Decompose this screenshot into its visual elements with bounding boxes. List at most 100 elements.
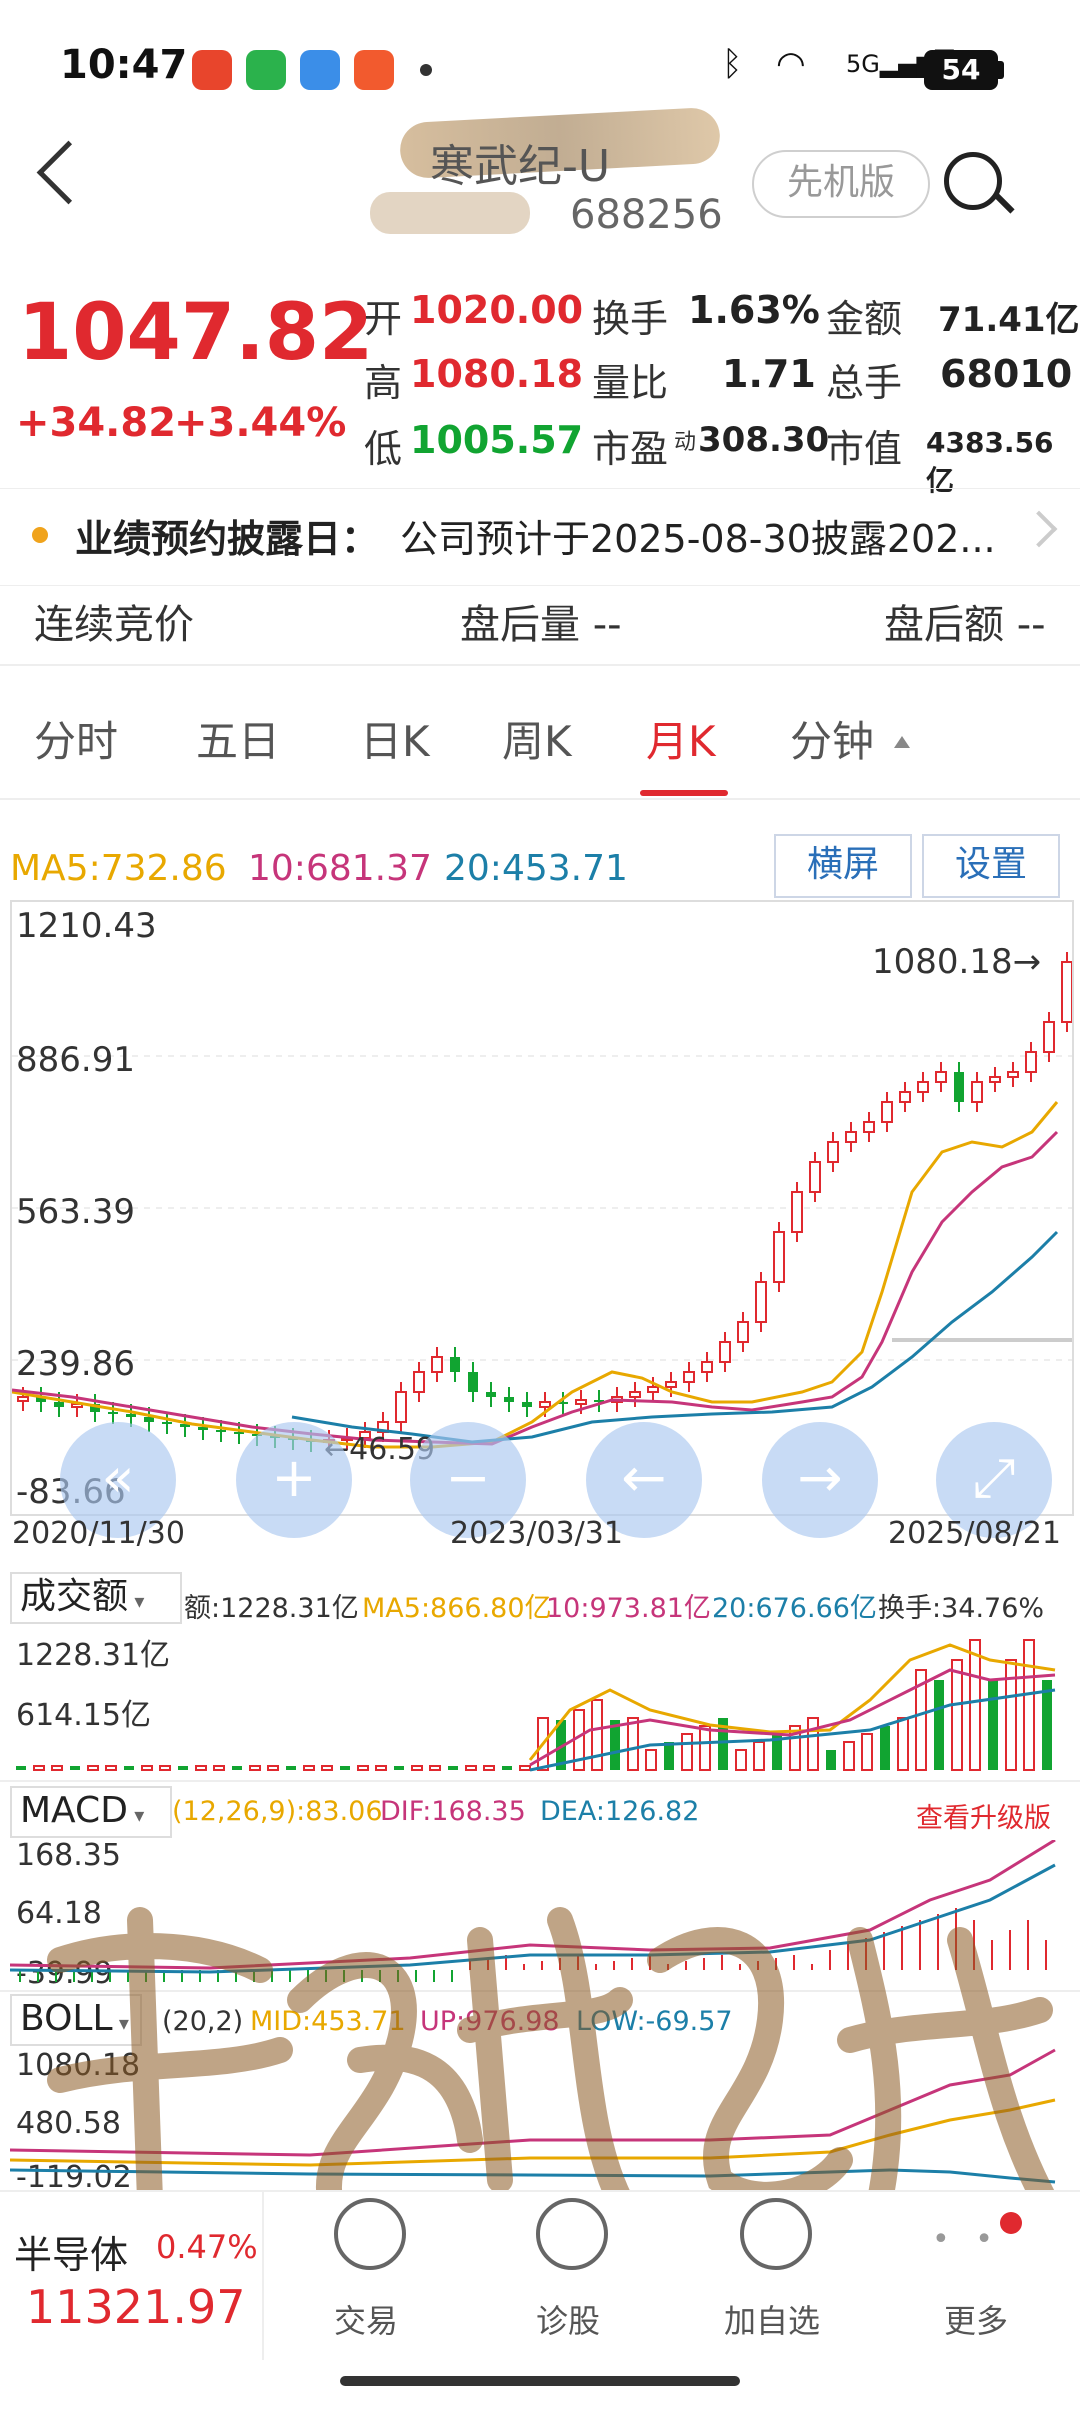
upgrade-link[interactable]: 查看升级版 xyxy=(916,1796,1051,1835)
grid-app-icon xyxy=(354,50,394,90)
boll-mid: MID:453.71 xyxy=(250,2006,406,2037)
price-change-pct: +3.44% xyxy=(174,400,347,446)
redaction-scribble xyxy=(370,192,530,234)
pioneer-version-button[interactable]: 先机版 xyxy=(752,150,930,218)
boll-low-line xyxy=(10,2168,1056,2184)
settings-button[interactable]: 设置 xyxy=(922,834,1060,898)
more-dots-icon[interactable]: • • xyxy=(932,2222,1001,2257)
battery-tip xyxy=(998,61,1004,79)
volume-bar xyxy=(33,1765,45,1771)
volume-bar xyxy=(1023,1639,1035,1771)
candle-body xyxy=(522,1402,532,1407)
boll-params: (20,2) xyxy=(162,2006,244,2037)
zoom-in-button[interactable]: + xyxy=(236,1422,352,1538)
date-start: 2020/11/30 xyxy=(12,1516,185,1551)
trade-icon[interactable] xyxy=(334,2198,406,2270)
macd-params: (12,26,9):83.06 xyxy=(172,1796,383,1827)
candle-body xyxy=(917,1081,929,1093)
volume-bars xyxy=(16,1639,1052,1771)
trade-button[interactable]: 交易 xyxy=(334,2296,398,2342)
more-button[interactable]: 更多 xyxy=(944,2296,1008,2342)
tab-monthly-k[interactable]: 月K xyxy=(646,708,716,769)
ma20-value: 20:453.71 xyxy=(444,848,628,889)
network-type: 5G xyxy=(846,50,880,78)
indicator-selector-macd[interactable]: MACD ▾ xyxy=(10,1786,172,1838)
candle-body xyxy=(126,1414,136,1417)
divider xyxy=(0,664,1080,666)
scroll-right-button[interactable]: → xyxy=(762,1422,878,1538)
volume-bar xyxy=(321,1765,333,1771)
boll-up: UP:976.98 xyxy=(420,2006,560,2037)
volume-bar xyxy=(1042,1680,1052,1770)
add-watchlist-icon[interactable] xyxy=(740,2198,812,2270)
volume-bar xyxy=(141,1765,153,1771)
volume-bar xyxy=(681,1733,693,1771)
candle-body xyxy=(827,1141,839,1163)
volume-bar xyxy=(267,1765,279,1771)
volume-bar xyxy=(178,1766,188,1770)
volume-bar xyxy=(826,1750,836,1770)
turnover-label: 换手 xyxy=(592,297,669,341)
video-app-icon xyxy=(192,50,232,90)
divider xyxy=(0,798,1080,800)
amount-value: 71.41亿 xyxy=(938,300,1080,340)
tab-daily-k[interactable]: 日K xyxy=(360,708,430,769)
y-axis-label: 886.91 xyxy=(16,1040,135,1080)
candle-body xyxy=(701,1361,713,1373)
sector-index-name[interactable]: 半导体 xyxy=(14,2224,128,2279)
tab-intraday[interactable]: 分时 xyxy=(34,708,118,769)
amount-label: 金额 xyxy=(826,297,903,341)
back-icon[interactable] xyxy=(36,140,101,205)
high-marker: 1080.18→ xyxy=(872,942,1042,982)
divider xyxy=(0,1990,1080,1992)
tab-five-day[interactable]: 五日 xyxy=(196,708,280,769)
candle-body xyxy=(683,1371,695,1383)
tab-minute[interactable]: 分钟 xyxy=(790,708,874,769)
volume-bar xyxy=(699,1725,711,1771)
landscape-button[interactable]: 横屏 xyxy=(774,834,912,898)
candle-body xyxy=(1007,1071,1019,1078)
candle-body xyxy=(773,1231,785,1283)
ma5-line xyxy=(12,1101,1059,1449)
volume-bar xyxy=(843,1741,855,1771)
diagnose-icon[interactable] xyxy=(536,2198,608,2270)
volume-bar xyxy=(664,1742,674,1770)
zoom-in-icon: + xyxy=(271,1446,317,1509)
candle-body xyxy=(791,1191,803,1233)
search-icon[interactable] xyxy=(944,152,1002,210)
volume-bar xyxy=(87,1765,99,1771)
caret-down-icon: ▾ xyxy=(112,2011,129,2035)
bluetooth-icon: ᛒ xyxy=(722,44,743,84)
indicator-selector-volume[interactable]: 成交额 ▾ xyxy=(10,1572,182,1624)
candle-body xyxy=(899,1091,911,1103)
candle-body xyxy=(809,1161,821,1193)
indicator-name: BOLL xyxy=(20,1998,113,2039)
volume-bar xyxy=(232,1766,242,1770)
volume-bar xyxy=(880,1726,890,1770)
volume-bar xyxy=(988,1680,998,1770)
upload-app-icon xyxy=(246,50,286,90)
candle-body xyxy=(954,1072,964,1102)
mkt-cap-label: 市值 xyxy=(826,427,903,471)
volume-bar xyxy=(411,1765,423,1771)
macd-chart xyxy=(10,1840,1056,1982)
volume-bar xyxy=(807,1717,819,1771)
add-watchlist-button[interactable]: 加自选 xyxy=(724,2296,820,2342)
volume-bar xyxy=(753,1741,765,1771)
volume-bar xyxy=(105,1765,117,1771)
notification-dot-icon xyxy=(420,64,432,76)
stock-code: 688256 xyxy=(570,192,723,238)
candle-body xyxy=(845,1131,857,1143)
price-change: +34.82 xyxy=(16,400,177,446)
high-value: 1080.18 xyxy=(410,352,584,396)
candle-body xyxy=(647,1386,659,1393)
y-axis-label: 1210.43 xyxy=(16,906,157,946)
tab-weekly-k[interactable]: 周K xyxy=(502,708,572,769)
diagnose-button[interactable]: 诊股 xyxy=(536,2296,600,2342)
indicator-selector-boll[interactable]: BOLL ▾ xyxy=(10,1994,142,2046)
kline-chart[interactable]: 1210.43 886.91 563.39 239.86 -83.66 1080… xyxy=(10,900,1074,1538)
pe-label: 市盈 xyxy=(592,427,669,471)
candle-body xyxy=(755,1281,767,1323)
active-tab-indicator xyxy=(640,790,728,796)
candle-body xyxy=(665,1381,677,1388)
